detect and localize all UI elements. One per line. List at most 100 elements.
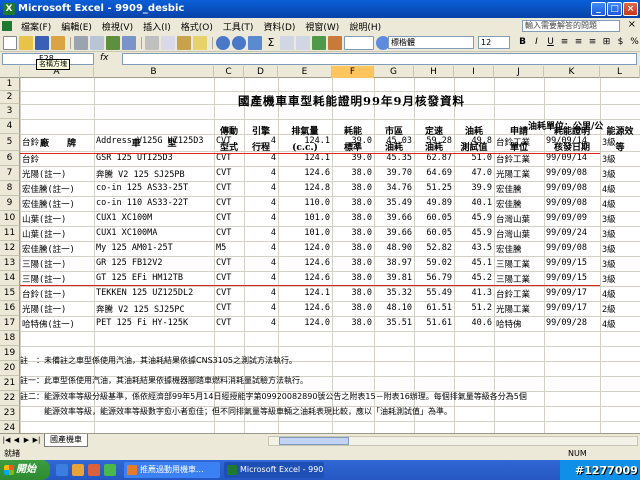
cell-displacement[interactable]: 124.6 <box>278 258 330 268</box>
cell-applicant[interactable]: 台鈴工業 <box>496 136 530 148</box>
cell-city[interactable]: 39.81 <box>374 273 412 283</box>
cell-stroke[interactable]: 4 <box>244 153 276 163</box>
cell-displacement[interactable]: 101.0 <box>278 213 330 223</box>
cell-brand[interactable]: 宏佳騰(註一) <box>22 183 75 195</box>
cell-standard[interactable]: 38.0 <box>332 273 372 283</box>
cell-applicant[interactable]: 台灣山葉 <box>496 228 530 240</box>
cell-brand[interactable]: 三陽(註一) <box>22 258 66 270</box>
column-header-j[interactable]: J <box>494 66 544 78</box>
row-header-15[interactable]: 15 <box>0 286 20 301</box>
cell-constant[interactable]: 52.82 <box>414 243 452 253</box>
row-header-8[interactable]: 8 <box>0 181 20 196</box>
cell-city[interactable]: 34.76 <box>374 183 412 193</box>
cell-transmission[interactable]: CVT <box>214 213 242 223</box>
ie-icon[interactable] <box>56 464 68 476</box>
cell-test[interactable]: 45.2 <box>454 273 492 283</box>
cell-displacement[interactable]: 124.8 <box>278 183 330 193</box>
cell-brand[interactable]: 台鈴 <box>22 136 39 148</box>
cell-displacement[interactable]: 124.1 <box>278 288 330 298</box>
spelling-icon[interactable] <box>106 35 120 50</box>
cell-constant[interactable]: 59.28 <box>414 136 452 146</box>
cell-date[interactable]: 99/09/08 <box>546 198 587 208</box>
row-header-17[interactable]: 17 <box>0 316 20 331</box>
cell-applicant[interactable]: 三陽工業 <box>496 258 530 270</box>
sort-desc-icon[interactable] <box>296 35 310 50</box>
cell-grade[interactable]: 3級 <box>602 273 616 285</box>
autosum-icon[interactable]: Σ <box>264 36 278 50</box>
menu-view[interactable]: 檢視(V) <box>97 20 138 33</box>
cell-city[interactable]: 39.66 <box>374 213 412 223</box>
folder-icon[interactable] <box>72 464 84 476</box>
underline-button[interactable]: U <box>544 36 557 49</box>
row-header-21[interactable]: 21 <box>0 376 20 391</box>
horizontal-scrollbar[interactable] <box>268 436 638 446</box>
cell-test[interactable]: 45.9 <box>454 213 492 223</box>
column-header-e[interactable]: E <box>278 66 332 78</box>
cell-displacement[interactable]: 124.6 <box>278 303 330 313</box>
cell-displacement[interactable]: 124.1 <box>278 153 330 163</box>
workbook-icon[interactable] <box>2 21 12 31</box>
cell-standard[interactable]: 38.0 <box>332 258 372 268</box>
row-header-19[interactable]: 19 <box>0 346 20 361</box>
open-icon[interactable] <box>19 35 33 50</box>
row-header-22[interactable]: 22 <box>0 391 20 406</box>
cell-constant[interactable]: 56.79 <box>414 273 452 283</box>
cell-date[interactable]: 99/09/17 <box>546 288 587 298</box>
cell-stroke[interactable]: 4 <box>244 273 276 283</box>
align-left-icon[interactable]: ≡ <box>558 36 571 49</box>
menu-tools[interactable]: 工具(T) <box>218 20 259 33</box>
cell-brand[interactable]: 三陽(註一) <box>22 273 66 285</box>
cell-stroke[interactable]: 4 <box>244 303 276 313</box>
cell-brand[interactable]: 台鈴 <box>22 153 39 165</box>
undo-icon[interactable] <box>216 35 230 50</box>
cell-applicant[interactable]: 哈特佛 <box>496 318 522 330</box>
cell-transmission[interactable]: CVT <box>214 198 242 208</box>
cell-grade[interactable]: 3級 <box>602 228 616 240</box>
row-header-18[interactable]: 18 <box>0 331 20 346</box>
cell-date[interactable]: 99/09/08 <box>546 243 587 253</box>
scroll-thumb[interactable] <box>279 437 349 445</box>
cell-grade[interactable]: 3級 <box>602 136 616 148</box>
cell-test[interactable]: 43.5 <box>454 243 492 253</box>
cell-test[interactable]: 39.9 <box>454 183 492 193</box>
cell-model[interactable]: CUX1 XC100M <box>96 213 152 223</box>
cell-model[interactable]: 奔騰 V2 125 SJ25PC <box>96 303 185 315</box>
cell-model[interactable]: GR 125 FB12V2 <box>96 258 163 268</box>
column-header-g[interactable]: G <box>374 66 414 78</box>
cell-transmission[interactable]: CVT <box>214 183 242 193</box>
bold-button[interactable]: B <box>516 36 529 49</box>
cell-grade[interactable]: 3級 <box>602 168 616 180</box>
row-header-9[interactable]: 9 <box>0 196 20 211</box>
cell-transmission[interactable]: CVT <box>214 228 242 238</box>
first-sheet-icon[interactable]: |◀ <box>2 436 11 445</box>
cell-brand[interactable]: 宏佳騰(註一) <box>22 243 75 255</box>
menu-help[interactable]: 說明(H) <box>344 20 386 33</box>
cell-date[interactable]: 99/09/15 <box>546 273 587 283</box>
column-header-i[interactable]: I <box>454 66 494 78</box>
cell-constant[interactable]: 49.89 <box>414 198 452 208</box>
last-sheet-icon[interactable]: ▶| <box>32 436 41 445</box>
cell-model[interactable]: co-in 125 AS33-25T <box>96 183 188 193</box>
cell-standard[interactable]: 38.0 <box>332 228 372 238</box>
cell-date[interactable]: 99/09/08 <box>546 183 587 193</box>
cell-stroke[interactable]: 4 <box>244 243 276 253</box>
row-header-7[interactable]: 7 <box>0 166 20 181</box>
cell-displacement[interactable]: 124.0 <box>278 318 330 328</box>
cell-standard[interactable]: 38.0 <box>332 168 372 178</box>
row-header-16[interactable]: 16 <box>0 301 20 316</box>
cell-city[interactable]: 48.10 <box>374 303 412 313</box>
cell-constant[interactable]: 60.05 <box>414 228 452 238</box>
cell-standard[interactable]: 38.0 <box>332 183 372 193</box>
cell-brand[interactable]: 光陽(註一) <box>22 168 66 180</box>
cell-applicant[interactable]: 台灣山葉 <box>496 213 530 225</box>
zoom-icon[interactable] <box>344 35 374 50</box>
cell-standard[interactable]: 38.0 <box>332 213 372 223</box>
formula-input[interactable] <box>122 53 637 65</box>
cell-applicant[interactable]: 台鈴工業 <box>496 288 530 300</box>
cell-grade[interactable]: 4級 <box>602 183 616 195</box>
cell-model[interactable]: My 125 AM01-25T <box>96 243 173 253</box>
cell-test[interactable]: 40.1 <box>454 198 492 208</box>
cell-displacement[interactable]: 124.1 <box>278 136 330 146</box>
cell-constant[interactable]: 61.51 <box>414 303 452 313</box>
cell-model[interactable]: co-in 110 AS33-22T <box>96 198 188 208</box>
